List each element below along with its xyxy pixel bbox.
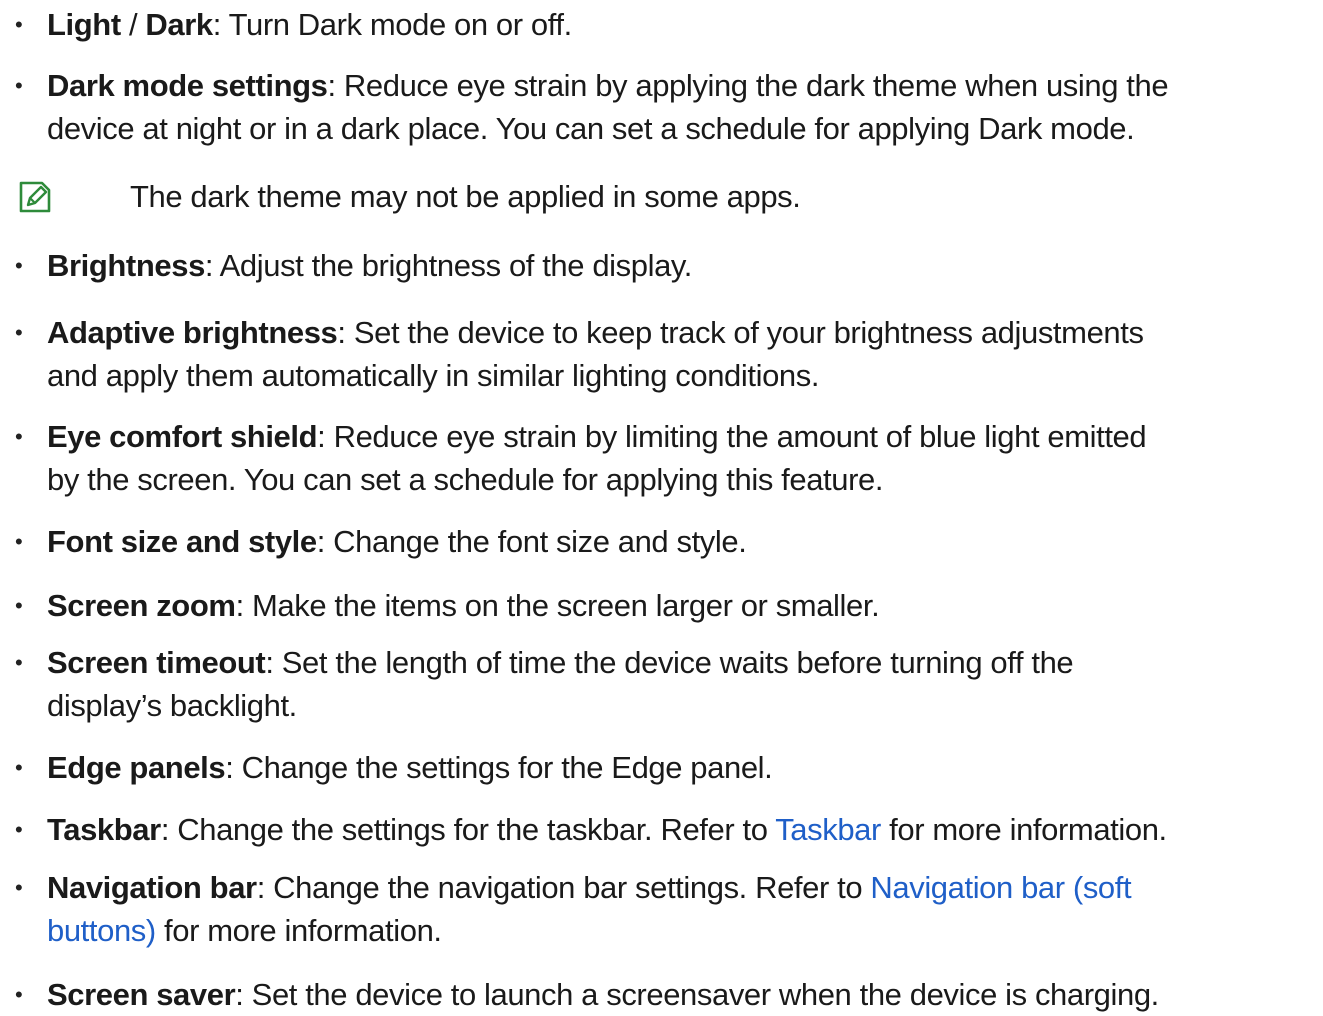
item-description: : Change the navigation bar settings. Re… (256, 870, 871, 905)
term-eye-comfort-shield: Eye comfort shield (47, 419, 318, 454)
term-taskbar: Taskbar (47, 812, 161, 847)
item-description-end: for more information. (155, 913, 442, 948)
list-item-dark-mode-settings: • Dark mode settings: Reduce eye strain … (15, 64, 1309, 150)
item-description: : Set the device to keep track of your b… (337, 315, 1144, 350)
bullet: • (15, 73, 23, 98)
bullet: • (15, 593, 23, 618)
list-item-screen-zoom: • Screen zoom: Make the items on the scr… (15, 584, 1309, 627)
bullet: • (15, 875, 23, 900)
list-item-navigation-bar: • Navigation bar: Change the navigation … (15, 866, 1309, 952)
item-description: : Reduce eye strain by applying the dark… (327, 68, 1169, 103)
bullet: • (15, 529, 23, 554)
item-description-cont: and apply them automatically in similar … (47, 358, 820, 393)
item-description: : Change the font size and style. (316, 524, 747, 559)
list-item-eye-comfort-shield: • Eye comfort shield: Reduce eye strain … (15, 415, 1309, 501)
taskbar-link[interactable]: Taskbar (775, 812, 881, 847)
bullet: • (15, 12, 23, 37)
document-page: • Light / Dark: Turn Dark mode on or off… (0, 0, 1323, 1013)
bullet: • (15, 817, 23, 842)
bullet: • (15, 650, 23, 675)
item-description: : Change the settings for the Edge panel… (225, 750, 773, 785)
item-description: : Reduce eye strain by limiting the amou… (317, 419, 1147, 454)
term-brightness: Brightness (47, 248, 205, 283)
navigation-bar-link-cont[interactable]: buttons) (47, 913, 156, 948)
item-description-cont: device at night or in a dark place. You … (47, 111, 1135, 146)
item-description: : Adjust the brightness of the display. (204, 248, 692, 283)
navigation-bar-link[interactable]: Navigation bar (soft (870, 870, 1131, 905)
term-separator: / (120, 7, 146, 42)
note-text: The dark theme may not be applied in som… (130, 179, 801, 214)
term-dark-mode-settings: Dark mode settings (47, 68, 328, 103)
bullet: • (15, 424, 23, 449)
item-description-end: for more information. (880, 812, 1167, 847)
term-dark: Dark (145, 7, 213, 42)
list-item-light-dark: • Light / Dark: Turn Dark mode on or off… (15, 3, 1309, 46)
list-item-taskbar: • Taskbar: Change the settings for the t… (15, 808, 1309, 851)
item-description: : Turn Dark mode on or off. (212, 7, 572, 42)
term-navigation-bar: Navigation bar (47, 870, 257, 905)
item-description: : Make the items on the screen larger or… (235, 588, 880, 623)
term-screen-zoom: Screen zoom (47, 588, 236, 623)
bullet: • (15, 320, 23, 345)
note-pencil-icon (19, 181, 51, 213)
item-description: : Set the device to launch a screensaver… (235, 977, 1159, 1012)
item-description: : Change the settings for the taskbar. R… (160, 812, 776, 847)
list-item-screen-timeout: • Screen timeout: Set the length of time… (15, 641, 1309, 727)
list-item-screen-saver: • Screen saver: Set the device to launch… (15, 973, 1309, 1016)
item-description-cont: by the screen. You can set a schedule fo… (47, 462, 884, 497)
term-font-size-and-style: Font size and style (47, 524, 317, 559)
list-item-brightness: • Brightness: Adjust the brightness of t… (15, 244, 1309, 287)
term-edge-panels: Edge panels (47, 750, 226, 785)
item-description-cont: display’s backlight. (47, 688, 297, 723)
bullet: • (15, 755, 23, 780)
term-screen-saver: Screen saver (47, 977, 236, 1012)
item-description: : Set the length of time the device wait… (265, 645, 1074, 680)
term-light: Light (47, 7, 121, 42)
list-item-adaptive-brightness: • Adaptive brightness: Set the device to… (15, 311, 1309, 397)
term-adaptive-brightness: Adaptive brightness (47, 315, 338, 350)
bullet: • (15, 982, 23, 1007)
bullet: • (15, 253, 23, 278)
list-item-edge-panels: • Edge panels: Change the settings for t… (15, 746, 1309, 789)
term-screen-timeout: Screen timeout (47, 645, 266, 680)
list-item-font-size-and-style: • Font size and style: Change the font s… (15, 520, 1309, 563)
